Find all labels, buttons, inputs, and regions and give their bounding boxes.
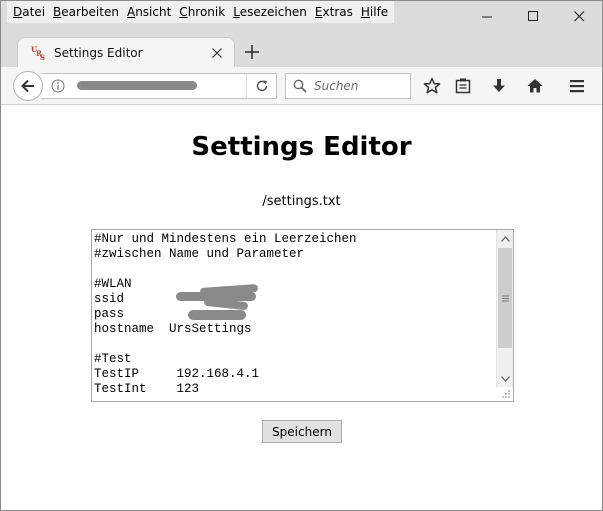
resize-grip-icon[interactable] — [498, 387, 512, 400]
home-icon — [527, 79, 543, 93]
redacted-pass — [188, 310, 246, 320]
search-icon — [292, 78, 308, 94]
plus-icon — [245, 45, 259, 59]
urs-favicon-icon: U R S — [30, 45, 46, 61]
menu-bearbeiten[interactable]: Bearbeiten — [49, 1, 123, 23]
library-button[interactable] — [452, 75, 474, 97]
file-path-label: /settings.txt — [262, 194, 341, 209]
browser-window: Datei Bearbeiten Ansicht Chronik Lesezei… — [0, 0, 603, 511]
scroll-thumb[interactable] — [498, 248, 512, 348]
reload-icon — [256, 80, 267, 92]
close-icon — [573, 10, 584, 21]
chevron-up-icon — [500, 235, 510, 242]
search-input[interactable] — [314, 79, 409, 93]
settings-editor-box: #Nur und Mindestens ein Leerzeichen #zwi… — [91, 229, 514, 402]
page-title: Settings Editor — [191, 132, 412, 162]
menu-datei[interactable]: Datei — [9, 1, 49, 23]
menu-chronik[interactable]: Chronik — [175, 1, 229, 23]
minimize-icon — [481, 16, 492, 17]
url-bar[interactable] — [41, 73, 277, 99]
close-icon — [212, 47, 222, 58]
navigation-toolbar — [1, 67, 602, 105]
clipboard-icon — [455, 78, 471, 94]
downloads-button[interactable] — [488, 75, 510, 97]
home-button[interactable] — [524, 75, 546, 97]
reload-button[interactable] — [246, 74, 276, 98]
save-button[interactable]: Speichern — [262, 420, 342, 443]
page-content: Settings Editor /settings.txt #Nur und M… — [1, 106, 602, 510]
scroll-down-button[interactable] — [497, 370, 513, 387]
tab-title: Settings Editor — [54, 45, 143, 60]
back-arrow-icon — [21, 79, 34, 93]
tab-strip: U R S Settings Editor — [1, 25, 602, 67]
search-bar[interactable] — [285, 73, 411, 99]
open-menu-button[interactable] — [566, 75, 588, 97]
menu-extras[interactable]: Extras — [311, 1, 357, 23]
menu-ansicht[interactable]: Ansicht — [123, 1, 175, 23]
settings-textarea[interactable]: #Nur und Mindestens ein Leerzeichen #zwi… — [92, 230, 496, 401]
download-arrow-icon — [493, 79, 505, 92]
maximize-icon — [527, 10, 538, 21]
star-icon — [423, 77, 441, 94]
tab-close-button[interactable] — [206, 42, 228, 64]
info-icon[interactable] — [45, 74, 71, 98]
svg-text:S: S — [40, 53, 45, 61]
redacted-url — [77, 81, 197, 90]
tab-settings-editor[interactable]: U R S Settings Editor — [17, 37, 235, 67]
grip-icon — [501, 295, 509, 301]
hamburger-menu-icon — [570, 80, 584, 93]
scroll-up-button[interactable] — [497, 230, 513, 247]
menu-bar: Datei Bearbeiten Ansicht Chronik Lesezei… — [7, 1, 395, 23]
url-text[interactable] — [71, 74, 246, 98]
back-button[interactable] — [13, 71, 43, 101]
new-tab-button[interactable] — [241, 41, 263, 63]
menu-lesezeichen[interactable]: Lesezeichen — [229, 1, 311, 23]
bookmark-button[interactable] — [421, 75, 443, 97]
menu-hilfe[interactable]: Hilfe — [357, 1, 392, 23]
chevron-down-icon — [500, 375, 510, 382]
title-bar: Datei Bearbeiten Ansicht Chronik Lesezei… — [1, 1, 602, 25]
editor-scrollbar[interactable] — [496, 230, 513, 387]
